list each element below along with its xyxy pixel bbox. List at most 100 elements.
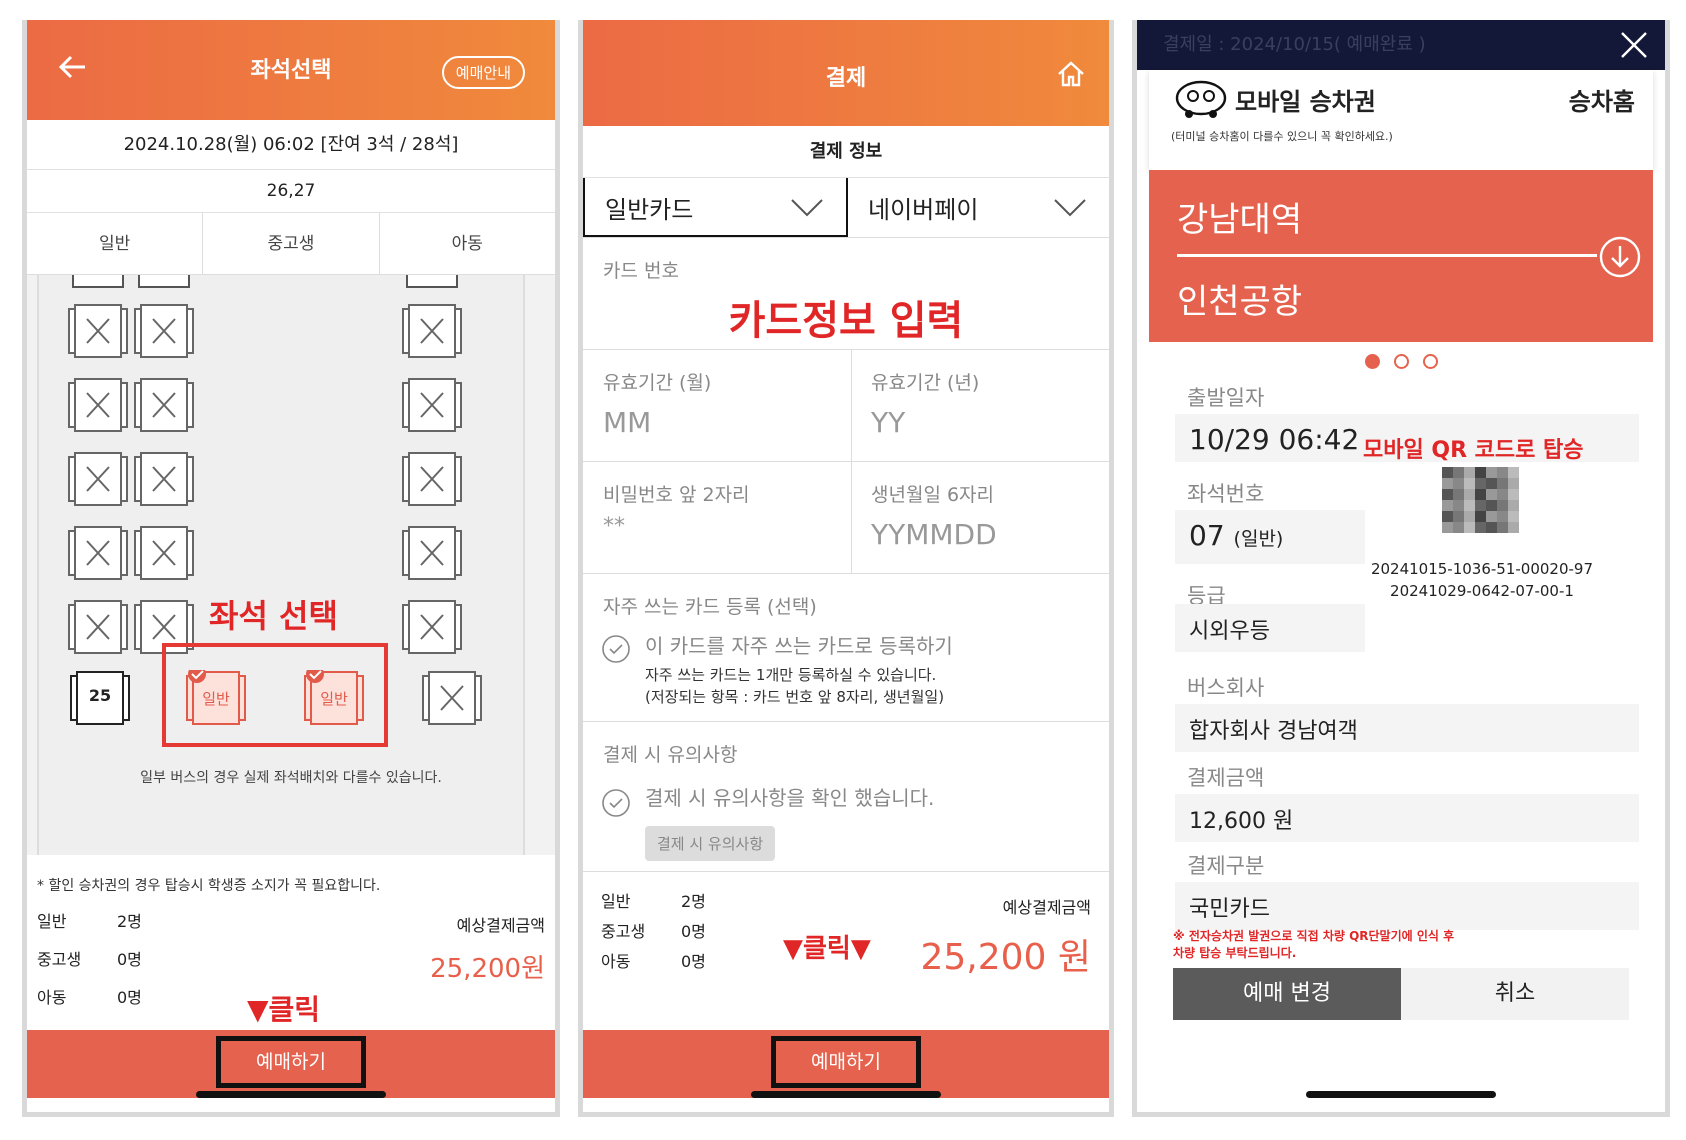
- check-circle-icon[interactable]: [601, 634, 631, 664]
- price-label: 예상결제금액: [456, 916, 545, 935]
- selected-seats: 26,27: [27, 170, 555, 213]
- pay-method-label: 결제구분: [1187, 854, 1265, 878]
- page-dot[interactable]: [1422, 354, 1438, 369]
- exp-month-field[interactable]: 유효기간 (월) MM: [583, 350, 851, 462]
- exp-year-label: 유효기간 (년): [871, 372, 980, 394]
- seat-taken: [67, 451, 129, 507]
- platform-label: 승차홈: [1568, 88, 1635, 116]
- seat-taken: [67, 275, 129, 291]
- page-title: 결제: [825, 66, 867, 91]
- pay-type-select[interactable]: 네이버페이: [848, 178, 1109, 237]
- ticket-code: 20241029-0642-07-00-1: [1390, 582, 1574, 600]
- seat-taken: [401, 525, 463, 581]
- ticket-actions: 예매 변경 취소: [1173, 968, 1629, 1020]
- page-dot[interactable]: [1393, 354, 1409, 369]
- seat-available[interactable]: 25: [69, 670, 131, 726]
- seat-taken: [133, 377, 195, 433]
- chevron-down-icon: [791, 199, 823, 217]
- boarding-warning: ※ 전자승차권 발권으로 직접 차량 QR단말기에 인식 후 차량 탑승 부탁드…: [1173, 929, 1455, 960]
- frequent-card-note1: 자주 쓰는 카드는 1개만 등록하실 수 있습니다.: [645, 666, 937, 684]
- company-value: 합자회사 경남여객: [1175, 704, 1639, 752]
- route-line: [1177, 254, 1597, 257]
- exp-year-field[interactable]: 유효기간 (년) YY: [851, 350, 1109, 462]
- date-bar: 2024.10.28(월) 06:02 [잔여 3석 / 28석]: [27, 120, 555, 170]
- caution-detail-button[interactable]: 결제 시 유의사항: [645, 826, 776, 861]
- seat-taken: [401, 303, 463, 359]
- amount-label: 결제금액: [1187, 766, 1265, 790]
- seat-taken: [133, 525, 195, 581]
- frequent-card-checkbox-label[interactable]: 이 카드를 자주 쓰는 카드로 등록하기: [645, 630, 953, 659]
- field-divider: [851, 350, 852, 574]
- page-dots: [1137, 354, 1665, 373]
- caution-checkbox-label[interactable]: 결제 시 유의사항을 확인 했습니다.: [645, 782, 934, 811]
- annotation-qr: 모바일 QR 코드로 탑승: [1363, 438, 1584, 463]
- book-button[interactable]: 예매하기: [771, 1036, 921, 1088]
- reservation-code: 20241015-1036-51-00020-97: [1370, 560, 1594, 578]
- ticket-title: 모바일 승차권: [1235, 88, 1376, 116]
- layout-notice: 일부 버스의 경우 실제 좌석배치와 다를수 있습니다.: [140, 770, 442, 786]
- seat-select-screen: 좌석선택 예매안내 2024.10.28(월) 06:02 [잔여 3석 / 2…: [22, 20, 560, 1117]
- annotation-seat-select: 좌석 선택: [209, 597, 338, 635]
- tab-general[interactable]: 일반: [27, 213, 204, 274]
- payment-status-bar: 결제일 : 2024/10/15( 예매완료 ): [1137, 20, 1665, 70]
- birth-field[interactable]: 생년월일 6자리 YYMMDD: [851, 462, 1109, 574]
- qr-code: [1442, 467, 1519, 533]
- exp-month-label: 유효기간 (월): [603, 372, 712, 394]
- cta-bar: 예매하기: [583, 1030, 1109, 1098]
- change-booking-button[interactable]: 예매 변경: [1173, 968, 1401, 1020]
- exp-month-placeholder: MM: [603, 406, 652, 439]
- birth-label: 생년월일 6자리: [871, 484, 995, 506]
- annotation-click: ▼클릭: [247, 993, 321, 1026]
- platform-note: (터미널 승차홈이 다를수 있으니 꼭 확인하세요.): [1171, 130, 1393, 143]
- annotation-click: ▼클릭▼: [783, 934, 871, 964]
- bus-mascot-icon: [1175, 80, 1227, 118]
- check-circle-icon[interactable]: [601, 788, 631, 818]
- discount-note: * 할인 승차권의 경우 탑승시 학생증 소지가 꼭 필요합니다.: [37, 878, 381, 894]
- birth-placeholder: YYMMDD: [871, 518, 997, 551]
- seat-taken: [133, 303, 195, 359]
- tab-student[interactable]: 중고생: [203, 213, 380, 274]
- payment-method-row: 일반카드 네이버페이: [583, 178, 1109, 238]
- depart-label: 출발일자: [1187, 386, 1265, 410]
- page-dot-active[interactable]: [1364, 354, 1380, 369]
- seat-taken: [401, 599, 463, 655]
- seat-taken: [401, 377, 463, 433]
- home-indicator: [751, 1091, 941, 1098]
- seat-label: 좌석번호: [1187, 482, 1265, 506]
- payment-date: 결제일 : 2024/10/15( 예매완료 ): [1163, 34, 1426, 55]
- count-child: 아동 0명: [37, 988, 142, 1007]
- ticket-header: 모바일 승차권 승차홈 (터미널 승차홈이 다를수 있으니 꼭 확인하세요.): [1149, 70, 1653, 170]
- booking-guide-button[interactable]: 예매안내: [441, 56, 525, 89]
- seat-taken: [133, 451, 195, 507]
- tab-child[interactable]: 아동: [380, 213, 555, 274]
- mobile-ticket-screen: 결제일 : 2024/10/15( 예매완료 ) 모바일 승차권 승차홈 (터미…: [1132, 20, 1670, 1117]
- seat-taken: [401, 275, 463, 291]
- amount-value: 12,600 원: [1175, 794, 1639, 842]
- payment-screen: 결제 결제 정보 일반카드 네이버페이 카드 번호 카드정보 입력 유효기간 (…: [578, 20, 1114, 1117]
- home-indicator: [1306, 1091, 1496, 1098]
- route-card: 강남대역 인천공항: [1149, 170, 1653, 342]
- cancel-booking-button[interactable]: 취소: [1401, 968, 1629, 1020]
- seat-taken: [67, 525, 129, 581]
- grade-value: 시외우등: [1175, 604, 1365, 652]
- price-total: 25,200 원: [920, 937, 1091, 978]
- home-indicator: [196, 1091, 386, 1098]
- seat-taken: [401, 451, 463, 507]
- password-field[interactable]: 비밀번호 앞 2자리 **: [583, 462, 851, 574]
- home-icon[interactable]: [1055, 58, 1087, 90]
- count-child: 아동 0명: [601, 952, 706, 971]
- seat-value: 07 (일반): [1175, 510, 1365, 564]
- origin: 강남대역: [1177, 200, 1303, 240]
- arrow-down-circle-icon: [1599, 236, 1641, 278]
- card-type-select[interactable]: 일반카드: [583, 178, 848, 237]
- frequent-card-title: 자주 쓰는 카드 등록 (선택): [603, 596, 817, 618]
- cta-bar: 예매하기: [27, 1030, 555, 1098]
- price-total: 25,200원: [430, 954, 545, 984]
- seat-taken: [421, 670, 483, 726]
- seat-taken: [67, 303, 129, 359]
- close-icon[interactable]: [1619, 30, 1649, 60]
- seat-number: 25: [88, 686, 112, 705]
- card-number-label: 카드 번호: [603, 260, 679, 282]
- annotation-card-info: 카드정보 입력: [728, 298, 964, 344]
- book-button[interactable]: 예매하기: [216, 1036, 366, 1088]
